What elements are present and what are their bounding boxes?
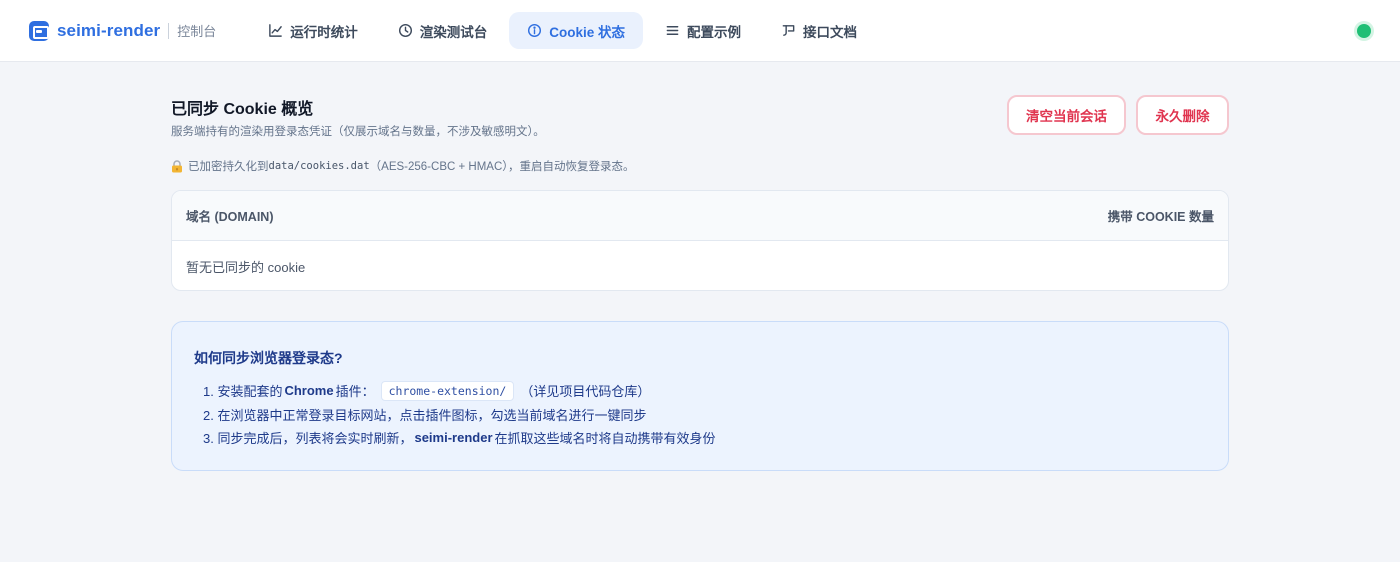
list-icon xyxy=(666,26,679,35)
help-step-2: 2. 在浏览器中正常登录目标网站，点击插件图标，勾选当前域名进行一键同步 xyxy=(203,403,716,427)
empty-state-text: 暂无已同步的 cookie xyxy=(186,259,306,275)
nav-item-api-docs[interactable]: 接口文档 xyxy=(763,12,875,49)
api-doc-icon xyxy=(782,25,795,36)
step-text: 插件： xyxy=(335,384,375,400)
persistence-note: 已加密持久化到 data/cookies.dat （AES-256-CBC + … xyxy=(171,158,635,174)
step-text: 2. 在浏览器中正常登录目标网站，点击插件图标，勾选当前域名进行一键同步 xyxy=(203,407,647,423)
column-header-cookie-count: 携带 COOKIE 数量 xyxy=(1107,210,1214,224)
lock-icon xyxy=(171,159,183,173)
nav-item-runtime-stats[interactable]: 运行时统计 xyxy=(250,12,376,49)
help-step-1: 1. 安装配套的 Chrome 插件： chrome-extension/ （详… xyxy=(203,379,716,403)
note-prefix: 已加密持久化到 xyxy=(188,161,269,173)
column-header-domain: 域名 (DOMAIN) xyxy=(186,210,274,224)
nav-label: 配置示例 xyxy=(687,24,742,40)
top-navbar: seimi-render 控制台 运行时统计 渲染测试台 Cookie 状态 配… xyxy=(0,0,1400,62)
clear-session-button[interactable]: 清空当前会话 xyxy=(1007,95,1126,135)
info-circle-icon xyxy=(528,23,542,38)
brand[interactable]: seimi-render 控制台 xyxy=(29,20,217,41)
nav-label: Cookie 状态 xyxy=(549,24,626,40)
nav-label: 接口文档 xyxy=(803,24,858,40)
nav-label: 运行时统计 xyxy=(290,24,358,40)
main-nav: 运行时统计 渲染测试台 Cookie 状态 配置示例 接口文档 xyxy=(250,12,879,49)
table-empty-row: 暂无已同步的 cookie xyxy=(172,241,1228,290)
step-text: 3. 同步完成后，列表将会实时刷新， xyxy=(203,431,413,447)
extension-path: chrome-extension/ xyxy=(380,380,515,401)
page-subtitle: 服务端持有的渲染用登录态凭证（仅展示域名与数量，不涉及敏感明文）。 xyxy=(171,126,545,138)
table-header: 域名 (DOMAIN) 携带 COOKIE 数量 xyxy=(172,191,1228,241)
help-steps: 1. 安装配套的 Chrome 插件： chrome-extension/ （详… xyxy=(203,379,716,450)
app-logo-icon xyxy=(29,20,49,41)
nav-item-config-examples[interactable]: 配置示例 xyxy=(647,12,759,49)
cookie-file-path: data/cookies.dat xyxy=(268,160,370,172)
clock-icon xyxy=(398,23,412,38)
app-section: 控制台 xyxy=(177,24,217,39)
app-name: seimi-render xyxy=(57,20,161,40)
help-title: 如何同步浏览器登录态? xyxy=(194,350,343,366)
step-strong: seimi-render xyxy=(414,430,493,446)
help-step-3: 3. 同步完成后，列表将会实时刷新， seimi-render 在抓取这些域名时… xyxy=(203,426,716,450)
note-suffix: （AES-256-CBC + HMAC），重启自动恢复登录态。 xyxy=(369,161,635,173)
delete-permanently-button[interactable]: 永久删除 xyxy=(1136,95,1229,135)
step-strong: Chrome xyxy=(284,383,334,399)
connection-status-indicator xyxy=(1357,24,1371,38)
line-chart-icon xyxy=(269,24,283,37)
step-text: （详见项目代码仓库） xyxy=(520,384,651,400)
step-text: 在抓取这些域名时将自动携带有效身份 xyxy=(494,431,716,447)
page-title: 已同步 Cookie 概览 xyxy=(171,101,314,118)
nav-label: 渲染测试台 xyxy=(419,24,488,40)
nav-item-render-test[interactable]: 渲染测试台 xyxy=(380,12,506,49)
step-text: 1. 安装配套的 xyxy=(203,384,283,400)
brand-divider xyxy=(168,22,170,39)
nav-item-cookie-status[interactable]: Cookie 状态 xyxy=(509,12,644,49)
sync-help-panel: 如何同步浏览器登录态? 1. 安装配套的 Chrome 插件： chrome-e… xyxy=(171,321,1229,471)
cookie-table: 域名 (DOMAIN) 携带 COOKIE 数量 暂无已同步的 cookie xyxy=(171,190,1229,291)
